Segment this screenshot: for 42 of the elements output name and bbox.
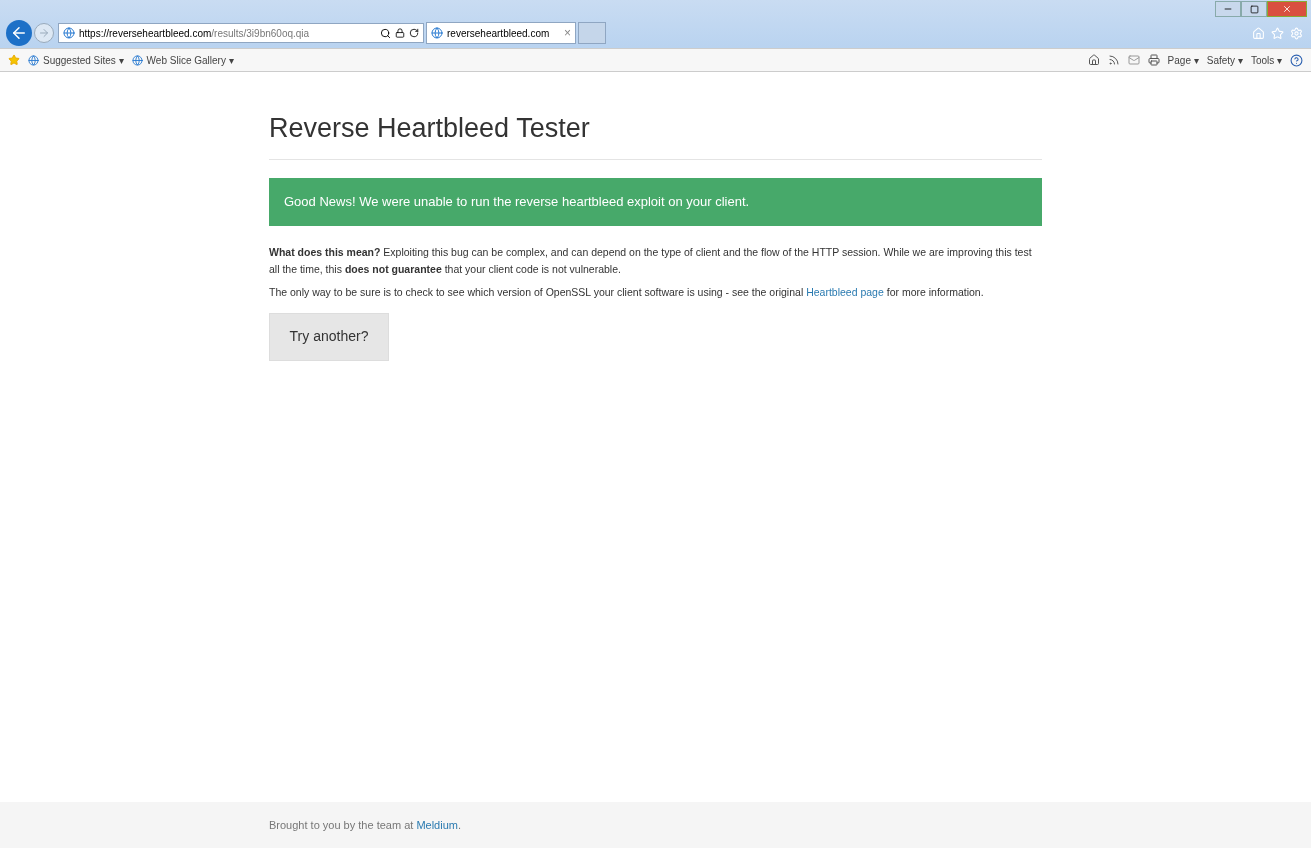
page-icon xyxy=(431,27,443,39)
settings-icon[interactable] xyxy=(1290,26,1303,40)
back-button[interactable] xyxy=(6,20,32,46)
feeds-icon[interactable] xyxy=(1107,54,1120,66)
close-button[interactable] xyxy=(1267,1,1307,17)
command-menu[interactable]: Safety ▾ xyxy=(1206,52,1243,68)
lock-icon xyxy=(395,28,405,38)
explanation-paragraph: What does this mean? Exploiting this bug can be complex, and can depend on the type of client and the flow of the HTTP session. While we are improving this test all the time, this does not guarantee that your client code is not vulnerable. xyxy=(269,244,1033,277)
mail-icon[interactable] xyxy=(1127,54,1140,66)
browser-tab[interactable]: reverseheartbleed.com × xyxy=(426,22,576,44)
footer-text: Brought to you by the team at Meldium. xyxy=(269,817,462,833)
advice-paragraph: The only way to be sure is to check to see which version of OpenSSL your client software is using - see the original Heartbleed page for more information. xyxy=(269,284,985,300)
page-icon xyxy=(63,27,75,39)
try-another-button[interactable]: Try another? xyxy=(269,312,389,361)
tab-title: reverseheartbleed.com xyxy=(447,26,550,41)
close-icon xyxy=(1282,4,1292,14)
minimize-button[interactable] xyxy=(1215,1,1241,17)
favorites-icon[interactable] xyxy=(1271,26,1284,40)
success-alert: Good News! We were unable to run the reverse heartbleed exploit on your client. xyxy=(269,177,1042,226)
help-icon[interactable] xyxy=(1290,53,1303,67)
print-icon[interactable] xyxy=(1147,54,1160,66)
search-icon[interactable] xyxy=(380,27,391,39)
refresh-icon[interactable] xyxy=(409,28,419,38)
forward-arrow-icon xyxy=(38,27,50,39)
page-icon xyxy=(28,54,39,66)
heartbleed-link[interactable]: Heartbleed page xyxy=(806,285,884,298)
tab-close-button[interactable]: × xyxy=(564,24,571,42)
address-bar[interactable]: https://reverseheartbleed.com/results/3i9bn60oq.qia xyxy=(58,23,424,43)
command-menu[interactable]: Page ▾ xyxy=(1167,52,1199,68)
url-text: https://reverseheartbleed.com/results/3i9bn60oq.qia xyxy=(79,26,310,41)
favorites-star-icon[interactable] xyxy=(8,54,20,66)
command-menu[interactable]: Tools ▾ xyxy=(1250,52,1282,68)
maximize-icon xyxy=(1249,4,1259,14)
forward-button[interactable] xyxy=(34,23,54,43)
page-title: Reverse Heartbleed Tester xyxy=(269,108,1042,160)
meldium-link[interactable]: Meldium xyxy=(416,818,458,831)
new-tab-button[interactable] xyxy=(578,22,606,44)
page-icon xyxy=(131,54,143,66)
maximize-button[interactable] xyxy=(1241,1,1267,17)
favorites-link[interactable]: Web Slice Gallery ▾ xyxy=(146,52,234,68)
favorites-link[interactable]: Suggested Sites ▾ xyxy=(43,52,124,68)
home-icon[interactable] xyxy=(1087,54,1100,66)
